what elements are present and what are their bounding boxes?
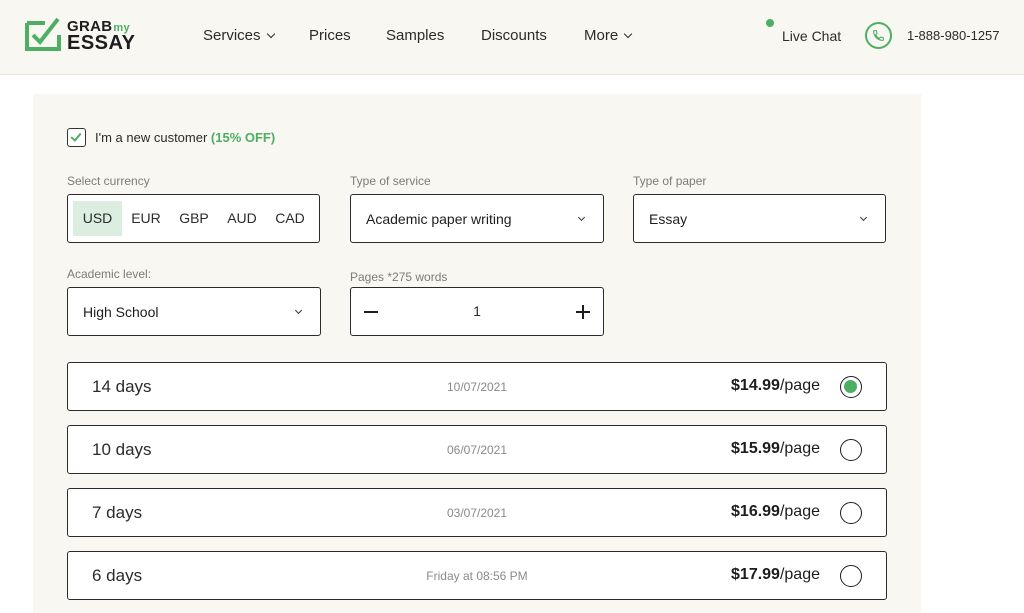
deadline-radio[interactable]	[840, 502, 862, 524]
currency-eur[interactable]: EUR	[124, 201, 168, 236]
nav-prices[interactable]: Prices	[309, 27, 351, 44]
deadline-radio[interactable]	[840, 439, 862, 461]
logo-icon	[25, 17, 61, 51]
service-type-select[interactable]: Academic paper writing	[350, 194, 604, 243]
chevron-down-icon	[266, 29, 275, 39]
currency-label: Select currency	[67, 174, 150, 188]
chevron-down-icon	[294, 306, 303, 315]
live-chat-link[interactable]: Live Chat	[782, 28, 841, 44]
new-customer-checkbox[interactable]	[67, 128, 86, 147]
deadline-option[interactable]: 10 days 06/07/2021 $15.99/page	[67, 425, 887, 474]
deadline-option[interactable]: 6 days Friday at 08:56 PM $17.99/page	[67, 551, 887, 600]
logo-text-bottom: ESSAY	[67, 32, 136, 54]
chevron-down-icon	[623, 29, 633, 39]
pages-stepper: 1	[350, 287, 604, 336]
phone-number[interactable]: 1-888-980-1257	[907, 28, 1000, 43]
pages-value[interactable]: 1	[351, 303, 603, 319]
chevron-down-icon	[577, 213, 586, 222]
currency-aud[interactable]: AUD	[220, 201, 264, 236]
check-icon	[70, 130, 82, 142]
deadline-price: $14.99/page	[731, 377, 820, 394]
paper-type-select[interactable]: Essay	[633, 194, 886, 243]
paper-type-value: Essay	[649, 211, 688, 227]
deadline-price: $16.99/page	[731, 503, 820, 520]
new-customer-label: I'm a new customer (15% OFF)	[95, 130, 276, 145]
currency-usd[interactable]: USD	[73, 201, 122, 236]
phone-icon[interactable]	[865, 22, 892, 49]
academic-level-select[interactable]: High School	[67, 287, 321, 336]
nav-services[interactable]: Services	[203, 27, 275, 44]
logo[interactable]: GRABmy ESSAY	[25, 15, 145, 55]
service-type-label: Type of service	[350, 174, 431, 188]
chevron-down-icon	[859, 213, 868, 222]
deadline-radio[interactable]	[840, 376, 862, 398]
paper-type-label: Type of paper	[633, 174, 707, 188]
currency-gbp[interactable]: GBP	[172, 201, 216, 236]
nav-samples[interactable]: Samples	[386, 27, 444, 44]
online-status-dot	[766, 19, 774, 27]
increment-button[interactable]	[576, 305, 590, 319]
deadline-radio[interactable]	[840, 565, 862, 587]
deadline-option[interactable]: 14 days 10/07/2021 $14.99/page	[67, 362, 887, 411]
deadline-price: $17.99/page	[731, 566, 820, 583]
site-header: GRABmy ESSAY Services Prices Samples Dis…	[0, 0, 1024, 75]
currency-selector: USD EUR GBP AUD CAD	[67, 194, 320, 243]
deadline-option[interactable]: 7 days 03/07/2021 $16.99/page	[67, 488, 887, 537]
nav-more[interactable]: More	[584, 27, 633, 44]
deadline-price: $15.99/page	[731, 440, 820, 457]
currency-cad[interactable]: CAD	[268, 201, 312, 236]
academic-level-label: Academic level:	[67, 267, 152, 281]
price-calculator-panel: I'm a new customer (15% OFF) Select curr…	[33, 94, 921, 613]
nav-discounts[interactable]: Discounts	[481, 27, 547, 44]
service-type-value: Academic paper writing	[366, 211, 512, 227]
pages-label: Pages *275 words	[350, 270, 448, 284]
academic-level-value: High School	[83, 304, 159, 320]
